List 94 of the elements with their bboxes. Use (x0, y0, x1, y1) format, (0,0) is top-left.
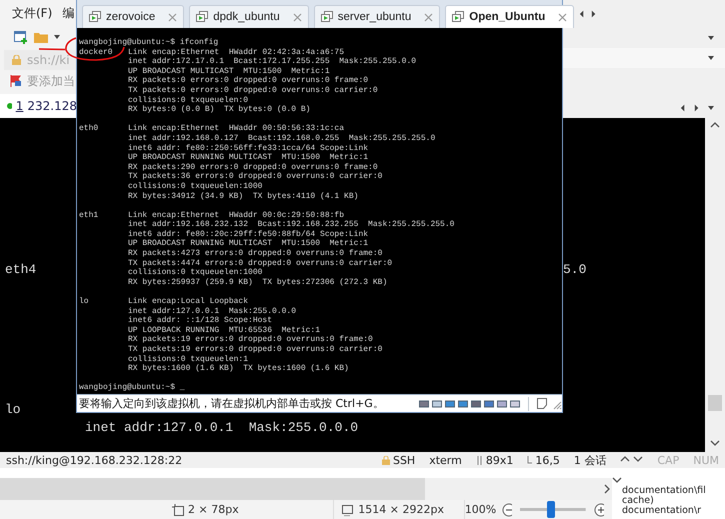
terminal-line: inet addr:192.168.0.127 Bcast:192.168.0.255 Mask:255.255.255.0 (128, 134, 436, 144)
connection-address: ssh://king@192.168.232.128:22 (6, 454, 182, 466)
lock-icon (12, 55, 21, 65)
terminal-line: TX packets:19 errors:0 dropped:0 overruns:0 carrier:0 (128, 345, 384, 355)
text-line: cache) (622, 496, 654, 506)
image-size-icon (340, 504, 354, 516)
terminal-line: inet addr:192.168.232.132 Bcast:192.168.232.255 Mask:255.255.255.0 (128, 220, 456, 230)
note-icon[interactable] (537, 398, 547, 409)
terminal-line: Link encap:Local Loopback (128, 297, 250, 307)
terminal-line: RX bytes:1600 (1.6 KB) TX bytes:1600 (1.6 KB) (128, 364, 350, 374)
close-icon[interactable] (558, 12, 568, 22)
lock-icon (382, 456, 390, 464)
scroll-thumb[interactable] (0, 478, 425, 500)
terminal-line: inet addr:127.0.0.1 Mask:255.0.0.0 (128, 306, 298, 316)
terminal-line: wangbojing@ubuntu:~$ _ (79, 383, 186, 393)
terminal-line: TX packets:36 errors:0 dropped:0 overruns:0 carrier:0 (128, 172, 384, 182)
selection-icon (172, 504, 184, 516)
terminal-line: RX packets:4273 errors:0 dropped:0 overruns:0 frame:0 (128, 249, 384, 259)
terminal-text: inet addr:127.0.0.1 Mask:255.0.0.0 (84, 420, 358, 434)
right-arrow-icon[interactable] (694, 104, 700, 112)
terminal-line: RX bytes:34912 (34.9 KB) TX bytes:4110 (4.1 KB) (128, 192, 360, 202)
terminal-line: RX packets:0 errors:0 dropped:0 overruns:0 frame:0 (128, 76, 370, 86)
terminal-line: RX bytes:259937 (259.9 KB) TX bytes:272306 (272.3 KB) (128, 278, 388, 288)
session-tab[interactable]: 1 232.128 (0, 94, 77, 118)
caret-icon[interactable] (708, 34, 715, 42)
annotation-stroke (38, 47, 66, 51)
zoom-out-icon[interactable] (502, 502, 512, 516)
terminal-line: RX bytes:0 (0.0 B) TX bytes:0 (0.0 B) (128, 105, 312, 115)
vm-icon (196, 11, 208, 23)
terminal-line: wangbojing@ubuntu:~$ ifconfig (79, 38, 220, 48)
image-size: 1514 × 2922px (358, 503, 444, 516)
new-session-icon[interactable] (14, 30, 28, 44)
terminal-line: Link encap:Ethernet HWaddr 00:50:56:33:1c:ca (128, 124, 346, 134)
session-count: 1 会话 (574, 452, 606, 468)
dropdown-field[interactable] (563, 48, 725, 68)
interface-name: eth0 (79, 124, 100, 134)
interface-name: docker0 (79, 48, 114, 58)
terminal-size: 89x1 (476, 454, 514, 466)
protocol-label: SSH (382, 454, 416, 466)
selection-size: 2 × 78px (188, 503, 239, 516)
caret-icon[interactable] (708, 104, 715, 112)
terminal-line: inet6 addr: fe80::20c:29ff:fe50:88fb/64 Scope:Link (128, 230, 370, 239)
terminal-line: UP LOOPBACK RUNNING MTU:65536 Metric:1 (128, 326, 322, 335)
terminal-type: xterm (429, 454, 462, 466)
resize-icon (476, 456, 483, 464)
vm-tab[interactable]: server_ubuntu (314, 5, 440, 28)
vm-icon (89, 11, 101, 23)
flag-icon (10, 75, 22, 87)
terminal-text: lo (4, 402, 21, 416)
terminal-line: inet6 addr: fe80::250:56ff:fe33:1cca/64 Scope:Link (128, 144, 370, 153)
zoom-in-icon[interactable] (594, 502, 604, 516)
terminal-line: collisions:0 txqueuelen:1000 (128, 268, 264, 278)
scroll-thumb[interactable] (708, 395, 722, 411)
vm-tab[interactable]: Open_Ubuntu (445, 5, 574, 28)
terminal-line: TX packets:0 errors:0 dropped:0 overruns:0 carrier:0 (128, 86, 379, 96)
cursor-icon (527, 456, 532, 464)
caret-icon[interactable] (708, 54, 715, 62)
menu-item[interactable]: 编 (62, 4, 74, 22)
scroll-right-icon[interactable] (602, 484, 612, 494)
cursor-position: 16,5 (527, 454, 560, 466)
status-message: 要将输入定向到该虚拟机，请在虚拟机内部单击或按 Ctrl+G。 (79, 396, 384, 411)
terminal-line: UP BROADCAST RUNNING MULTICAST MTU:1500 Metric:1 (128, 153, 370, 163)
slider-thumb[interactable] (547, 501, 556, 518)
terminal-text: 5.0 (563, 262, 586, 276)
num-lock-indicator: NUM (693, 454, 719, 466)
terminal-line: UP BROADCAST MULTICAST MTU:1500 Metric:1 (128, 66, 331, 76)
hint-text: 要添加当 (27, 72, 75, 90)
terminal-line: UP BROADCAST RUNNING MULTICAST MTU:1500 Metric:1 (128, 239, 370, 249)
text-line: documentation\r (622, 506, 702, 516)
left-arrow-icon[interactable] (680, 104, 686, 112)
terminal-text: eth4 (4, 262, 36, 276)
terminal-line: RX packets:290 errors:0 dropped:0 overruns:0 frame:0 (128, 162, 379, 172)
terminal-line: Link encap:Ethernet HWaddr 00:0c:29:50:88:fb (128, 210, 346, 220)
menu-item[interactable]: 文件(F) (12, 4, 52, 22)
terminal-line: collisions:0 txqueuelen:1000 (128, 182, 264, 192)
vm-icon (452, 11, 464, 23)
terminal-line: Link encap:Ethernet HWaddr 02:42:3a:4a:a6:75 (128, 48, 346, 57)
vm-icon (320, 11, 333, 23)
vm-tab[interactable]: dpdk_ubuntu (189, 5, 309, 28)
interface-name: lo (79, 297, 90, 307)
terminal-line: TX packets:4474 errors:0 dropped:0 overruns:0 carrier:0 (128, 258, 394, 268)
terminal-line: collisions:0 txqueuelen:0 (128, 96, 250, 105)
terminal-line: collisions:0 txqueuelen:1 (128, 354, 250, 364)
left-arrow-icon[interactable] (579, 10, 586, 18)
caret-icon[interactable] (54, 33, 61, 41)
text-line: documentation\fil (622, 486, 707, 496)
interface-name: eth1 (79, 210, 100, 220)
terminal-line: inet addr:172.17.0.1 Bcast:172.17.255.255 Mask:255.255.0.0 (128, 57, 418, 67)
terminal-line: inet6 addr: ::1/128 Scope:Host (128, 316, 274, 326)
right-arrow-icon[interactable] (591, 10, 598, 18)
caps-lock-indicator: CAP (657, 454, 680, 466)
zoom-percent: 100% (464, 503, 496, 516)
terminal-line: RX packets:19 errors:0 dropped:0 overruns:0 frame:0 (128, 335, 374, 345)
vm-tab[interactable]: zerovoice (82, 5, 184, 28)
